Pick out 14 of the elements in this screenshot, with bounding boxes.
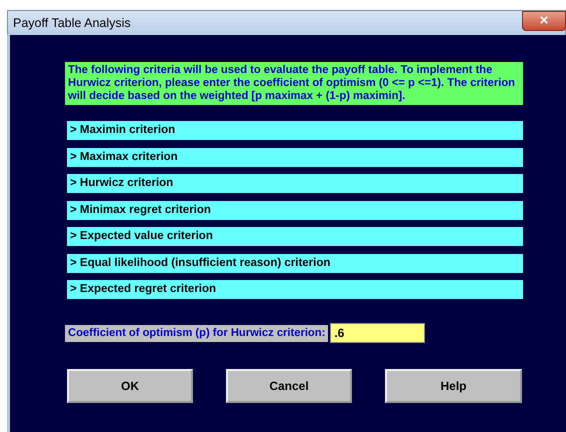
criterion-item[interactable]: > Hurwicz criterion bbox=[67, 174, 523, 193]
criterion-item[interactable]: > Expected value criterion bbox=[67, 227, 523, 246]
criterion-item[interactable]: > Equal likelihood (insufficient reason) criterion bbox=[67, 254, 523, 272]
criterion-item[interactable]: > Minimax regret criterion bbox=[67, 200, 523, 220]
window-title: Payoff Table Analysis bbox=[13, 16, 131, 30]
dialog-button[interactable]: Cancel bbox=[226, 369, 352, 403]
criterion-item[interactable]: > Maximin criterion bbox=[67, 121, 523, 140]
coefficient-label: Coefficient of optimism (p) for Hurwicz criterion: bbox=[65, 324, 328, 342]
dialog-button[interactable]: OK bbox=[67, 369, 193, 403]
dialog-button[interactable]: Help bbox=[385, 369, 522, 403]
criterion-item[interactable]: > Maximax criterion bbox=[67, 148, 523, 166]
coefficient-field[interactable]: .6 bbox=[330, 323, 426, 343]
criterion-item[interactable]: > Expected regret criterion bbox=[67, 280, 523, 299]
instructions-text: The following criteria will be used to evaluate the payoff table. To implement the Hurwicz criterion, please enter the coefficient of optimism (0 <= p <=1). The criterion will decide based on the weighted [p maximax + (1-p) maximin]. bbox=[65, 62, 523, 105]
